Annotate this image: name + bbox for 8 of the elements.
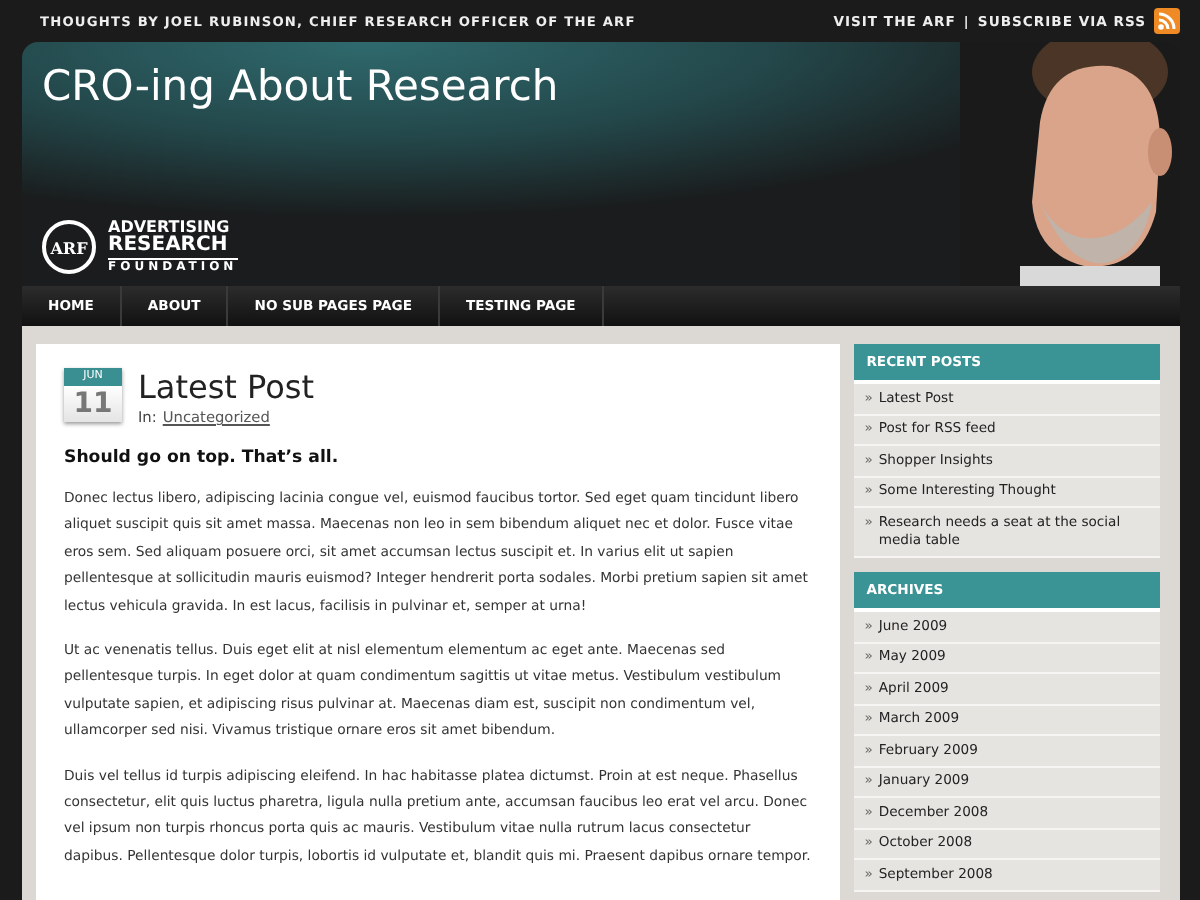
rss-icon[interactable] (1154, 8, 1180, 34)
post-title[interactable]: Latest Post (138, 368, 315, 408)
date-day: 11 (64, 386, 122, 422)
logo-mark: ARF (42, 220, 96, 274)
logo-text: ADVERTISING (108, 220, 232, 236)
post-lead: Should go on top. That’s all. (64, 448, 341, 468)
logo-text: RESEARCH (108, 236, 238, 260)
site-title[interactable]: CRO-ing About Research (42, 62, 559, 110)
